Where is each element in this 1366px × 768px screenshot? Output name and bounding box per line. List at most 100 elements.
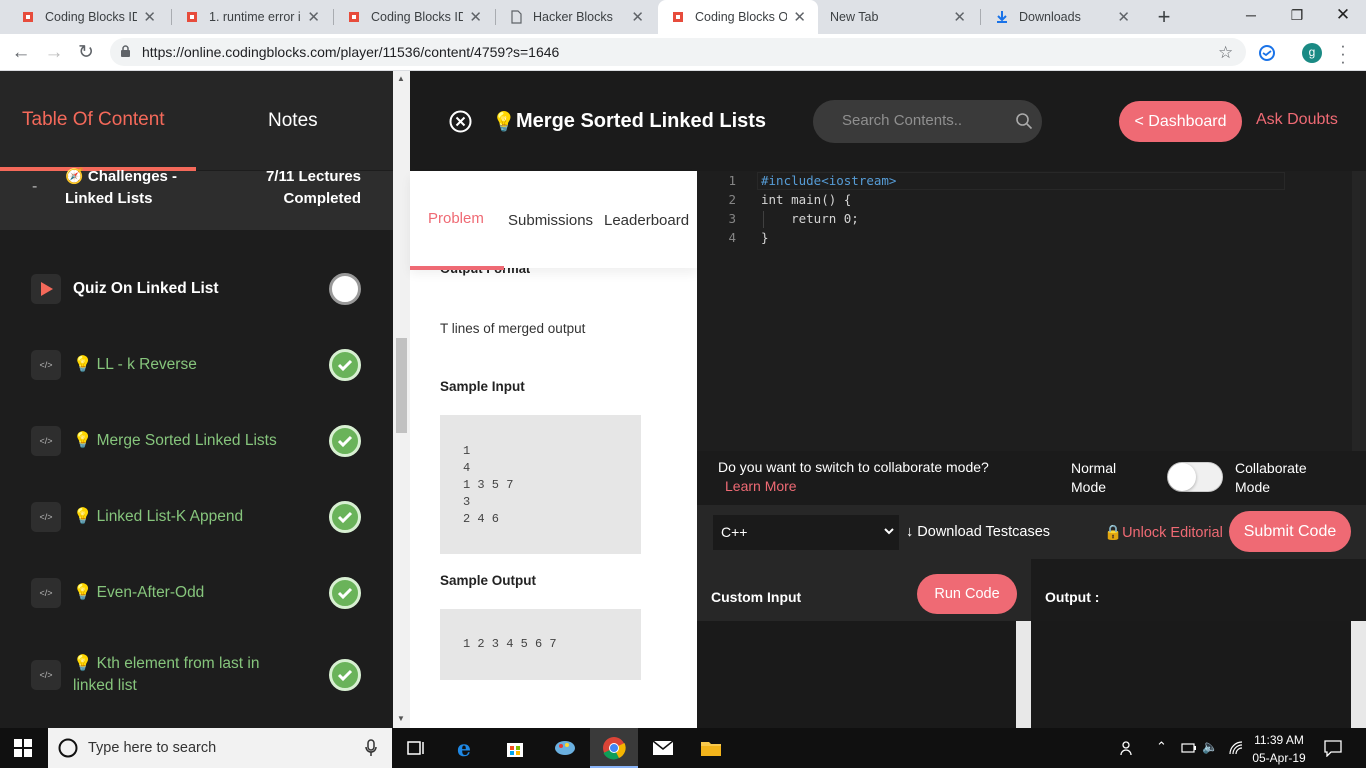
paint-icon[interactable] xyxy=(553,736,577,760)
chrome-menu-icon[interactable]: · · · xyxy=(1338,37,1348,70)
tab-title: Hacker Blocks xyxy=(533,10,613,24)
output-scrollbar[interactable] xyxy=(1351,621,1366,728)
browser-tab[interactable]: Coding Blocks IDE ✕ xyxy=(334,0,494,34)
tab-close-icon[interactable]: ✕ xyxy=(793,8,806,26)
section-progress: 7/11 Lectures Completed xyxy=(265,168,361,207)
custom-input-scrollbar[interactable] xyxy=(1016,621,1031,728)
browser-tab[interactable]: Coding Blocks IDE ✕ xyxy=(8,0,168,34)
tab-problem[interactable]: Problem xyxy=(428,210,484,227)
collapse-icon[interactable]: - xyxy=(32,178,37,196)
tab-close-icon[interactable]: ✕ xyxy=(953,8,966,26)
people-icon[interactable] xyxy=(1120,740,1136,756)
toggle-knob[interactable] xyxy=(1168,463,1196,491)
chevron-up-icon[interactable]: ⌃ xyxy=(1156,739,1167,755)
volume-icon[interactable]: 🔈 xyxy=(1202,739,1218,755)
code-icon: </> xyxy=(31,660,61,690)
task-view-icon[interactable] xyxy=(404,736,428,760)
sidebar-item[interactable]: </> 💡 Linked List-K Append xyxy=(0,479,393,555)
tab-submissions[interactable]: Submissions xyxy=(508,212,593,229)
download-testcases-link[interactable]: ↓ Download Testcases xyxy=(906,524,1050,540)
close-window-button[interactable]: ✕ xyxy=(1320,0,1366,30)
submit-code-button[interactable]: Submit Code xyxy=(1229,511,1351,552)
indent-guide xyxy=(763,211,764,228)
sidebar-item[interactable]: </> 💡 Even-After-Odd xyxy=(0,555,393,631)
browser-tab[interactable]: Hacker Blocks ✕ xyxy=(496,0,656,34)
tab-leaderboard[interactable]: Leaderboard xyxy=(604,212,689,229)
code-line[interactable]: return 0; xyxy=(761,211,859,226)
dashboard-button[interactable]: < Dashboard xyxy=(1119,101,1242,142)
tab-close-icon[interactable]: ✕ xyxy=(469,8,482,26)
code-icon: </> xyxy=(31,502,61,532)
microphone-icon[interactable] xyxy=(364,739,378,757)
sidebar-item-current[interactable]: </> 💡 Merge Sorted Linked Lists xyxy=(0,403,393,479)
sidebar-item[interactable]: </> 💡 LL - k Reverse xyxy=(0,327,393,403)
line-number: 3 xyxy=(728,211,736,226)
windows-start-icon[interactable] xyxy=(14,739,32,757)
bulb-icon: 💡 xyxy=(73,584,93,601)
tab-title: 1. runtime error in xyxy=(209,10,302,24)
battery-icon[interactable] xyxy=(1181,742,1197,754)
learn-more-link[interactable]: Learn More xyxy=(725,478,797,494)
notifications-icon[interactable] xyxy=(1324,739,1342,757)
unlock-editorial-link[interactable]: 🔒Unlock Editorial xyxy=(1104,524,1223,541)
sidebar-item-label: Quiz On Linked List xyxy=(73,280,219,297)
taskbar-clock[interactable]: 11:39 AM 05-Apr-19 xyxy=(1248,731,1310,767)
sidebar-scroll-thumb[interactable] xyxy=(396,338,407,433)
search-placeholder: Search Contents.. xyxy=(842,112,963,129)
profile-avatar[interactable]: g xyxy=(1302,43,1322,63)
wifi-icon[interactable] xyxy=(1228,740,1244,756)
clock-time: 11:39 AM xyxy=(1254,733,1304,747)
sidebar-item[interactable]: </> 💡 Kth element from last in linked li… xyxy=(0,637,393,728)
code-line[interactable]: } xyxy=(761,230,769,245)
back-icon[interactable]: ← xyxy=(9,41,33,65)
file-explorer-icon[interactable] xyxy=(699,736,723,760)
codingblocks-favicon-icon xyxy=(349,12,359,22)
tab-title: Coding Blocks IDE xyxy=(45,10,138,24)
code-line[interactable]: #include<iostream> xyxy=(761,173,896,188)
close-circle-icon[interactable] xyxy=(449,110,472,133)
output-format-text: T lines of merged output xyxy=(440,321,586,336)
tab-close-icon[interactable]: ✕ xyxy=(1117,8,1130,26)
browser-tab[interactable]: New Tab ✕ xyxy=(818,0,978,34)
tab-close-icon[interactable]: ✕ xyxy=(143,8,156,26)
custom-input-textarea[interactable] xyxy=(697,621,1031,728)
code-line[interactable]: int main() { xyxy=(761,192,851,207)
arrow-down-icon: ↓ xyxy=(906,524,914,540)
minimize-button[interactable]: ─ xyxy=(1228,0,1274,30)
reload-icon[interactable]: ↻ xyxy=(74,41,98,65)
browser-tab[interactable]: 1. runtime error in ✕ xyxy=(172,0,332,34)
edge-browser-icon[interactable]: e xyxy=(454,736,478,760)
collaborate-mode-label: Collaborate Mode xyxy=(1235,460,1307,495)
run-code-button[interactable]: Run Code xyxy=(917,574,1017,614)
mail-icon[interactable] xyxy=(651,736,675,760)
code-icon: </> xyxy=(31,426,61,456)
tab-title: Downloads xyxy=(1019,10,1081,24)
search-icon[interactable] xyxy=(1015,112,1033,130)
tab-close-icon[interactable]: ✕ xyxy=(631,8,644,26)
ask-doubts-link[interactable]: Ask Doubts xyxy=(1256,111,1338,129)
editor-scrollbar[interactable] xyxy=(1352,171,1366,451)
scroll-down-arrow-icon[interactable]: ▼ xyxy=(397,714,405,723)
chrome-icon[interactable] xyxy=(602,736,626,760)
browser-tab-active[interactable]: Coding Blocks Onl ✕ xyxy=(658,0,818,34)
language-select[interactable]: C++ xyxy=(713,515,899,550)
tab-close-icon[interactable]: ✕ xyxy=(307,8,320,26)
bookmark-star-icon[interactable]: ☆ xyxy=(1218,43,1233,63)
forward-icon[interactable]: → xyxy=(42,41,66,65)
extension-icon[interactable] xyxy=(1258,44,1276,62)
tab-notes[interactable]: Notes xyxy=(268,110,318,132)
scroll-up-arrow-icon[interactable]: ▲ xyxy=(397,74,405,83)
sample-output-heading: Sample Output xyxy=(440,573,537,588)
sidebar-item-quiz[interactable]: Quiz On Linked List xyxy=(0,251,393,327)
browser-tab[interactable]: Downloads ✕ xyxy=(982,0,1142,34)
tab-table-of-content[interactable]: Table Of Content xyxy=(22,109,165,131)
restore-button[interactable]: ❐ xyxy=(1274,0,1320,30)
download-icon xyxy=(997,11,1007,23)
output-area xyxy=(1031,621,1366,728)
output-label: Output : xyxy=(1045,589,1100,605)
section-title: 🧭 Challenges - Linked Lists xyxy=(65,166,225,210)
chevron-down-icon[interactable] xyxy=(883,525,895,537)
url-text[interactable]: https://online.codingblocks.com/player/1… xyxy=(142,44,559,60)
new-tab-button[interactable]: + xyxy=(1150,4,1178,30)
store-icon[interactable] xyxy=(503,736,527,760)
